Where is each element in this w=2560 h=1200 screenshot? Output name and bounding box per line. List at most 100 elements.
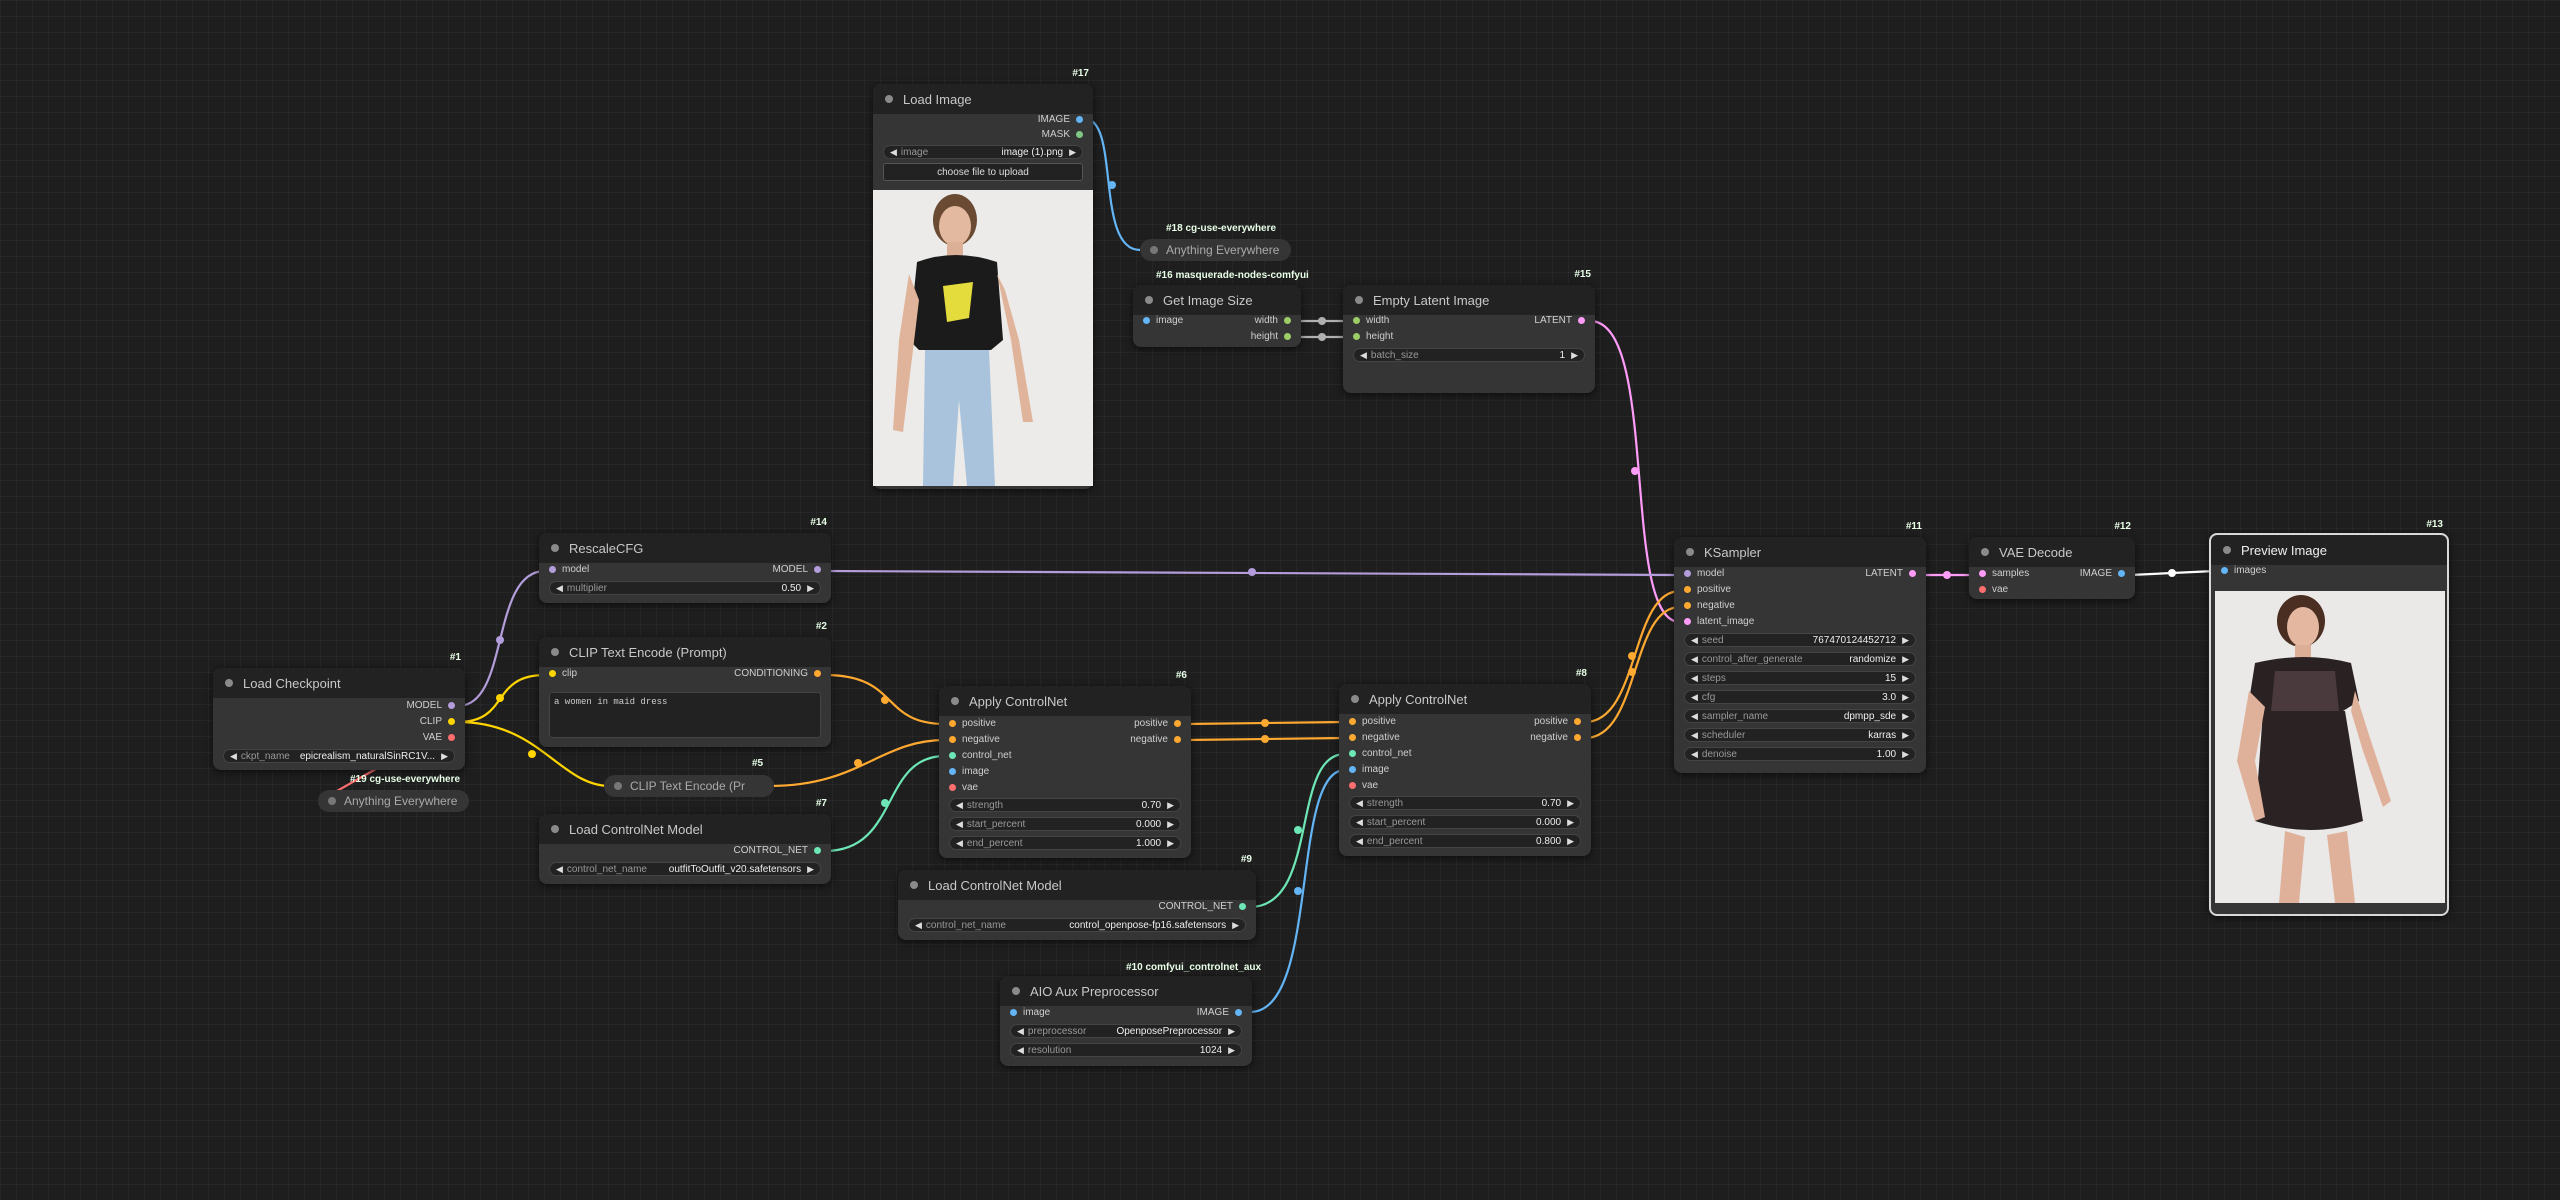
start-percent-widget[interactable]: ◀ start_percent 0.000 ▶	[1349, 815, 1581, 829]
left-arrow-icon[interactable]: ◀	[1691, 654, 1698, 665]
input-slot-icon[interactable]	[949, 783, 956, 791]
output-vae[interactable]: VAE	[423, 732, 455, 746]
strength-widget[interactable]: ◀ strength 0.70 ▶	[1349, 796, 1581, 810]
input-slot-icon[interactable]	[1353, 332, 1360, 340]
input-slot-icon[interactable]	[2221, 566, 2228, 574]
input-vae[interactable]: vae	[949, 782, 978, 796]
input-negative[interactable]: negative	[1349, 732, 1400, 746]
collapse-dot-icon[interactable]	[1686, 548, 1694, 556]
node-aio-aux-preprocessor[interactable]: AIO Aux Preprocessor image IMAGE ◀ prepro…	[1000, 976, 1252, 1066]
left-arrow-icon[interactable]: ◀	[956, 838, 963, 849]
collapse-dot-icon[interactable]	[910, 881, 918, 889]
right-arrow-icon[interactable]: ▶	[1571, 350, 1578, 361]
collapse-dot-icon[interactable]	[2223, 546, 2231, 554]
input-slot-icon[interactable]	[1349, 749, 1356, 757]
input-slot-icon[interactable]	[1979, 585, 1986, 593]
input-slot-icon[interactable]	[949, 751, 956, 759]
input-slot-icon[interactable]	[1349, 765, 1356, 773]
output-slot-icon[interactable]	[1174, 735, 1181, 743]
input-image[interactable]: image	[949, 766, 989, 780]
batch-size-widget[interactable]: ◀ batch_size 1 ▶	[1353, 348, 1585, 362]
scheduler-widget[interactable]: ◀ scheduler karras ▶	[1684, 728, 1916, 742]
right-arrow-icon[interactable]: ▶	[807, 864, 814, 875]
node-rescale-cfg[interactable]: #14 RescaleCFG model MODEL ◀ multiplier 0.…	[539, 517, 831, 603]
input-control-net[interactable]: control_net	[1349, 748, 1411, 762]
right-arrow-icon[interactable]: ▶	[1567, 836, 1574, 847]
denoise-widget[interactable]: ◀ denoise 1.00 ▶	[1684, 747, 1916, 761]
node-title-bar[interactable]: Apply ControlNet	[939, 686, 1191, 716]
right-arrow-icon[interactable]: ▶	[1902, 692, 1909, 703]
input-slot-icon[interactable]	[1143, 316, 1150, 324]
multiplier-widget[interactable]: ◀ multiplier 0.50 ▶	[549, 581, 821, 595]
control-after-generate-widget[interactable]: ◀ control_after_generate randomize ▶	[1684, 652, 1916, 666]
node-load-controlnet-7[interactable]: #7 Load ControlNet Model CONTROL_NET ◀ co…	[539, 798, 831, 884]
node-title-bar[interactable]: Load ControlNet Model	[898, 870, 1256, 900]
output-slot-icon[interactable]	[814, 846, 821, 854]
collapse-dot-icon[interactable]	[551, 648, 559, 656]
left-arrow-icon[interactable]: ◀	[1017, 1026, 1024, 1037]
start-percent-widget[interactable]: ◀ start_percent 0.000 ▶	[949, 817, 1181, 831]
input-slot-icon[interactable]	[1684, 569, 1691, 577]
input-model[interactable]: model	[549, 564, 589, 578]
input-width[interactable]: width	[1353, 315, 1389, 329]
prompt-textarea[interactable]: a women in maid dress	[549, 692, 821, 738]
left-arrow-icon[interactable]: ◀	[915, 920, 922, 931]
node-title-bar[interactable]: KSampler	[1674, 537, 1926, 567]
right-arrow-icon[interactable]: ▶	[1902, 749, 1909, 760]
output-slot-icon[interactable]	[1174, 719, 1181, 727]
input-samples[interactable]: samples	[1979, 568, 2029, 582]
cfg-widget[interactable]: ◀ cfg 3.0 ▶	[1684, 690, 1916, 704]
output-latent[interactable]: LATENT	[1534, 315, 1585, 329]
input-slot-icon[interactable]	[549, 669, 556, 677]
collapse-dot-icon[interactable]	[1145, 296, 1153, 304]
right-arrow-icon[interactable]: ▶	[1567, 817, 1574, 828]
input-vae[interactable]: vae	[1349, 780, 1378, 794]
image-combo-widget[interactable]: ◀ image image (1).png ▶	[883, 145, 1083, 159]
ckpt-name-widget[interactable]: ◀ ckpt_name epicrealism_naturalSinRC1V... ▶	[223, 749, 455, 763]
node-clip-text-encode[interactable]: #2 CLIP Text Encode (Prompt) clip CONDIT…	[539, 621, 831, 747]
node-apply-controlnet-8[interactable]: #8 Apply ControlNet positive negative co…	[1339, 668, 1591, 856]
output-slot-icon[interactable]	[1284, 332, 1291, 340]
collapse-dot-icon[interactable]	[225, 679, 233, 687]
output-control-net[interactable]: CONTROL_NET	[734, 845, 821, 859]
node-title-bar[interactable]: Load ControlNet Model	[539, 814, 831, 844]
input-control-net[interactable]: control_net	[949, 750, 1011, 764]
right-arrow-icon[interactable]: ▶	[441, 751, 448, 762]
upload-button[interactable]: choose file to upload	[883, 163, 1083, 181]
right-arrow-icon[interactable]: ▶	[1228, 1045, 1235, 1056]
input-image[interactable]: image	[1349, 764, 1389, 778]
collapse-dot-icon[interactable]	[1355, 296, 1363, 304]
output-model[interactable]: MODEL	[772, 564, 821, 578]
right-arrow-icon[interactable]: ▶	[1167, 838, 1174, 849]
input-model[interactable]: model	[1684, 568, 1724, 582]
node-load-image[interactable]: #17 Load Image IMAGE MASK ◀ image image (1…	[873, 68, 1093, 489]
output-image[interactable]: IMAGE	[2080, 568, 2125, 582]
right-arrow-icon[interactable]: ▶	[1902, 711, 1909, 722]
node-ksampler[interactable]: #11 KSampler model positive negative lat…	[1674, 521, 1926, 773]
output-slot-icon[interactable]	[814, 565, 821, 573]
right-arrow-icon[interactable]: ▶	[1167, 800, 1174, 811]
input-slot-icon[interactable]	[1684, 617, 1691, 625]
sampler-name-widget[interactable]: ◀ sampler_name dpmpp_sde ▶	[1684, 709, 1916, 723]
end-percent-widget[interactable]: ◀ end_percent 1.000 ▶	[949, 836, 1181, 850]
left-arrow-icon[interactable]: ◀	[956, 800, 963, 811]
left-arrow-icon[interactable]: ◀	[956, 819, 963, 830]
output-slot-icon[interactable]	[1574, 733, 1581, 741]
node-title-bar[interactable]: Apply ControlNet	[1339, 684, 1591, 714]
left-arrow-icon[interactable]: ◀	[1017, 1045, 1024, 1056]
left-arrow-icon[interactable]: ◀	[1360, 350, 1367, 361]
output-slot-icon[interactable]	[1578, 316, 1585, 324]
input-slot-icon[interactable]	[949, 719, 956, 727]
left-arrow-icon[interactable]: ◀	[1691, 692, 1698, 703]
output-mask[interactable]: MASK	[1042, 129, 1083, 143]
output-image[interactable]: IMAGE	[1038, 114, 1083, 128]
left-arrow-icon[interactable]: ◀	[1691, 635, 1698, 646]
resolution-widget[interactable]: ◀ resolution 1024 ▶	[1010, 1043, 1242, 1057]
left-arrow-icon[interactable]: ◀	[1691, 711, 1698, 722]
output-slot-icon[interactable]	[2118, 569, 2125, 577]
node-vae-decode[interactable]: #12 VAE Decode samples vae IMAGE	[1969, 521, 2135, 599]
collapse-dot-icon[interactable]	[328, 797, 336, 805]
output-slot-icon[interactable]	[448, 733, 455, 741]
output-positive[interactable]: positive	[1134, 718, 1181, 732]
input-latent-image[interactable]: latent_image	[1684, 616, 1754, 630]
